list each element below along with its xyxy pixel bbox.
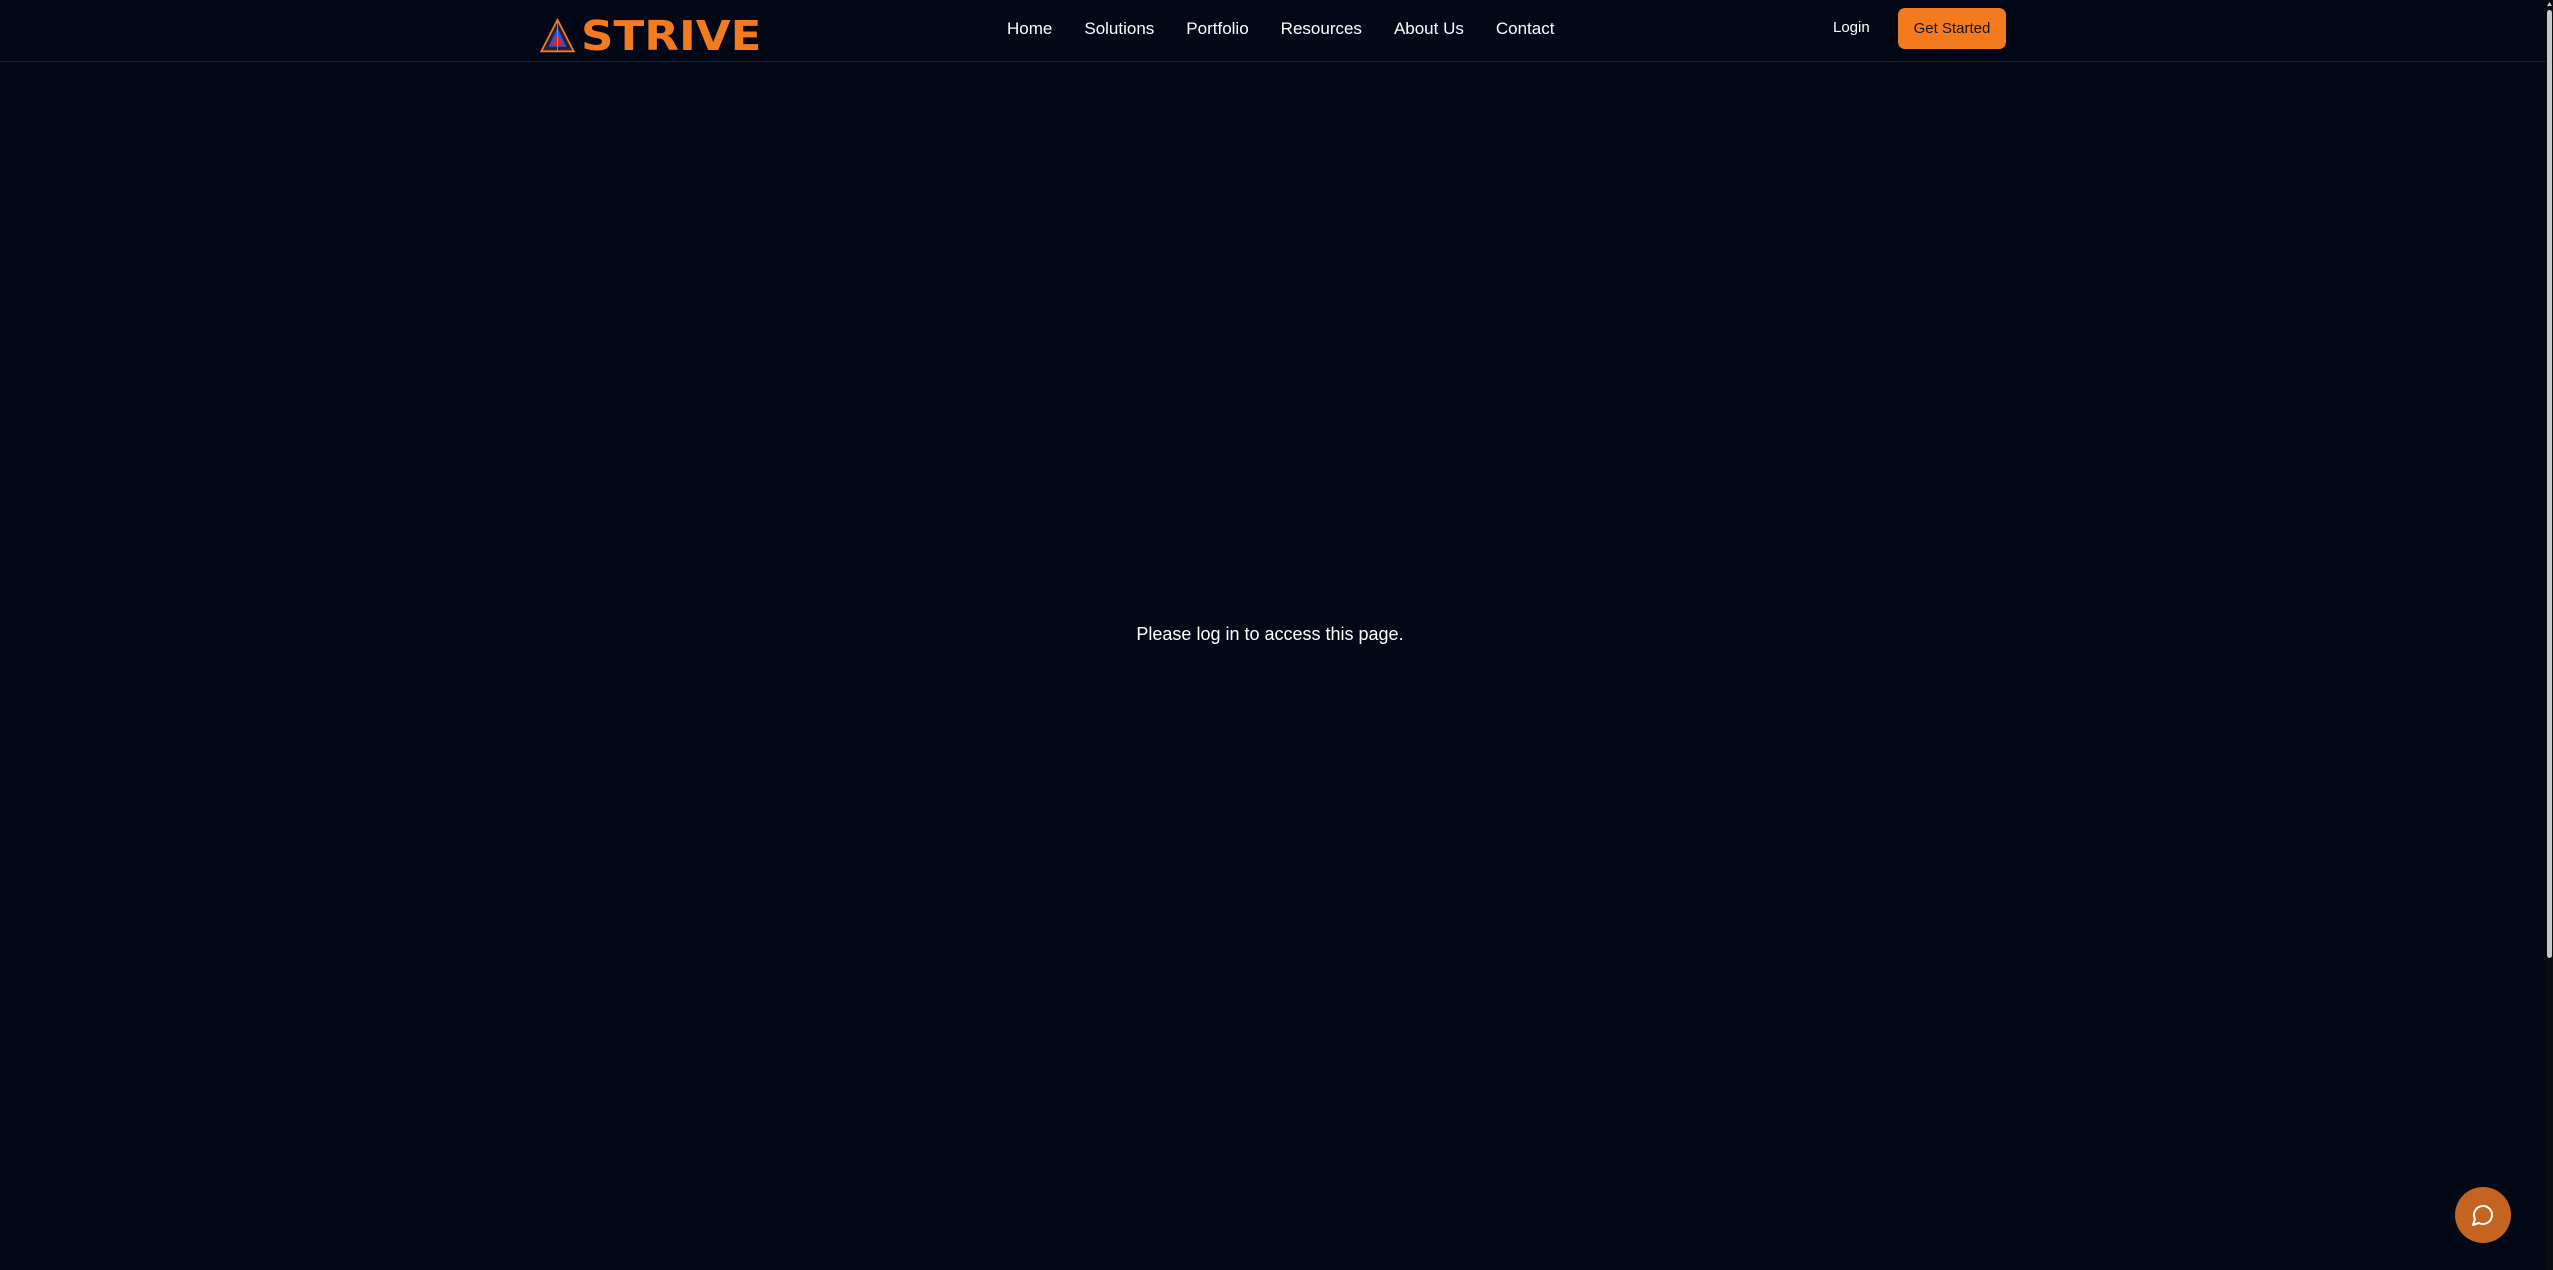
- get-started-button[interactable]: Get Started: [1898, 8, 2006, 49]
- brand-name: STRIVE: [581, 12, 762, 60]
- nav-about-us[interactable]: About Us: [1394, 19, 1464, 39]
- scrollbar-thumb[interactable]: [2547, 10, 2552, 958]
- nav-resources[interactable]: Resources: [1281, 19, 1362, 39]
- nav-portfolio[interactable]: Portfolio: [1186, 19, 1248, 39]
- main-nav: Home Solutions Portfolio Resources About…: [1007, 0, 1554, 58]
- chat-bubble-icon: [2472, 1205, 2493, 1226]
- nav-solutions[interactable]: Solutions: [1084, 19, 1154, 39]
- page: STRIVE Home Solutions Portfolio Resource…: [0, 0, 2553, 1270]
- vertical-scrollbar[interactable]: [2546, 0, 2553, 1270]
- scroll-up-arrow-icon[interactable]: [2546, 0, 2553, 8]
- site-header: STRIVE Home Solutions Portfolio Resource…: [0, 0, 2546, 62]
- nav-contact[interactable]: Contact: [1496, 19, 1555, 39]
- chat-button[interactable]: [2455, 1187, 2511, 1243]
- logo-link[interactable]: STRIVE: [539, 16, 761, 57]
- login-link[interactable]: Login: [1833, 19, 1870, 36]
- triangle-logo-icon: [539, 18, 576, 53]
- login-required-message: Please log in to access this page.: [1136, 624, 1404, 644]
- nav-home[interactable]: Home: [1007, 19, 1052, 39]
